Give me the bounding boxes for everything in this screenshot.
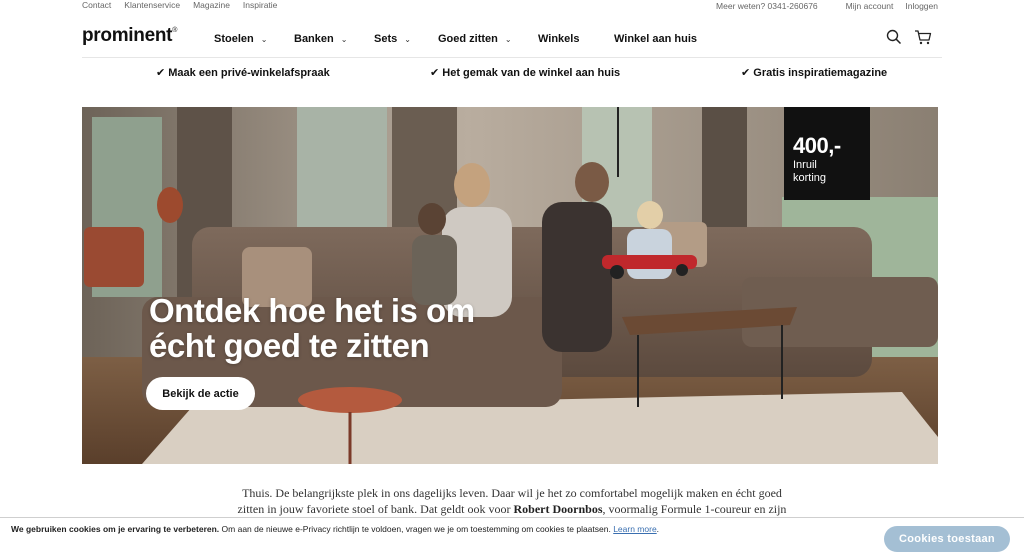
utility-link-inspiratie[interactable]: Inspiratie — [243, 0, 278, 10]
chevron-down-icon: ⌄ — [404, 34, 411, 44]
utility-link-klantenservice[interactable]: Klantenservice — [124, 0, 180, 10]
help-phone-text[interactable]: Meer weten? 0341-260676 — [716, 1, 818, 11]
hero-banner[interactable]: 400,- Inruil korting Ontdek hoe het is o… — [82, 107, 938, 464]
chevron-down-icon: ⌄ — [340, 34, 348, 44]
trade-in-badge: 400,- Inruil korting — [784, 107, 870, 200]
my-account-link[interactable]: Mijn account — [846, 1, 894, 11]
nav-item-winkels[interactable]: Winkels — [538, 33, 614, 45]
utility-link-magazine[interactable]: Magazine — [193, 0, 230, 10]
badge-line-2: korting — [793, 172, 827, 184]
nav-item-sets[interactable]: Sets ⌄ — [374, 33, 438, 45]
search-icon[interactable] — [886, 29, 902, 45]
cookie-banner: We gebruiken cookies om je ervaring te v… — [0, 517, 1024, 557]
utility-link-contact[interactable]: Contact — [82, 0, 111, 10]
intro-name: Robert Doornbos — [513, 502, 603, 516]
usp-home-shop: ✔ Het gemak van de winkel aan huis — [430, 67, 621, 79]
usp-bar: ✔ Maak een privé-winkelafspraak ✔ Het ge… — [82, 62, 942, 82]
header-icons — [886, 29, 932, 45]
utility-bar: Contact Klantenservice Magazine Inspirat… — [82, 0, 942, 12]
nav-item-goed-zitten[interactable]: Goed zitten ⌄ — [438, 33, 538, 45]
main-header: prominent® Stoelen ⌄ Banken ⌄ Sets ⌄ Goed z… — [82, 22, 942, 58]
view-offer-button[interactable]: Bekijk de actie — [146, 377, 255, 410]
hero-headline: Ontdek hoe het is om écht goed te zitten — [149, 292, 475, 364]
login-link[interactable]: Inloggen — [905, 1, 938, 11]
nav-item-stoelen[interactable]: Stoelen ⌄ — [214, 33, 294, 45]
cart-icon[interactable] — [914, 29, 932, 45]
nav-item-banken[interactable]: Banken ⌄ — [294, 33, 374, 45]
chevron-down-icon: ⌄ — [260, 34, 268, 44]
badge-amount: 400,- — [793, 133, 841, 158]
usp-magazine: ✔ Gratis inspiratiemagazine — [741, 67, 888, 79]
cookie-message: We gebruiken cookies om je ervaring te v… — [11, 524, 660, 534]
accept-cookies-button[interactable]: Cookies toestaan — [884, 526, 1010, 552]
nav-item-winkel-aan-huis[interactable]: Winkel aan huis — [614, 33, 697, 45]
usp-appointment: ✔ Maak een privé-winkelafspraak — [156, 67, 330, 79]
badge-line-1: Inruil — [793, 159, 817, 171]
learn-more-link[interactable]: Learn more — [613, 524, 656, 534]
brand-logo[interactable]: prominent® — [82, 25, 177, 47]
chevron-down-icon: ⌄ — [504, 34, 512, 44]
intro-text: Thuis. De belangrijkste plek in ons dage… — [237, 486, 787, 516]
main-nav: Stoelen ⌄ Banken ⌄ Sets ⌄ Goed zitten ⌄ Wink… — [214, 33, 697, 45]
